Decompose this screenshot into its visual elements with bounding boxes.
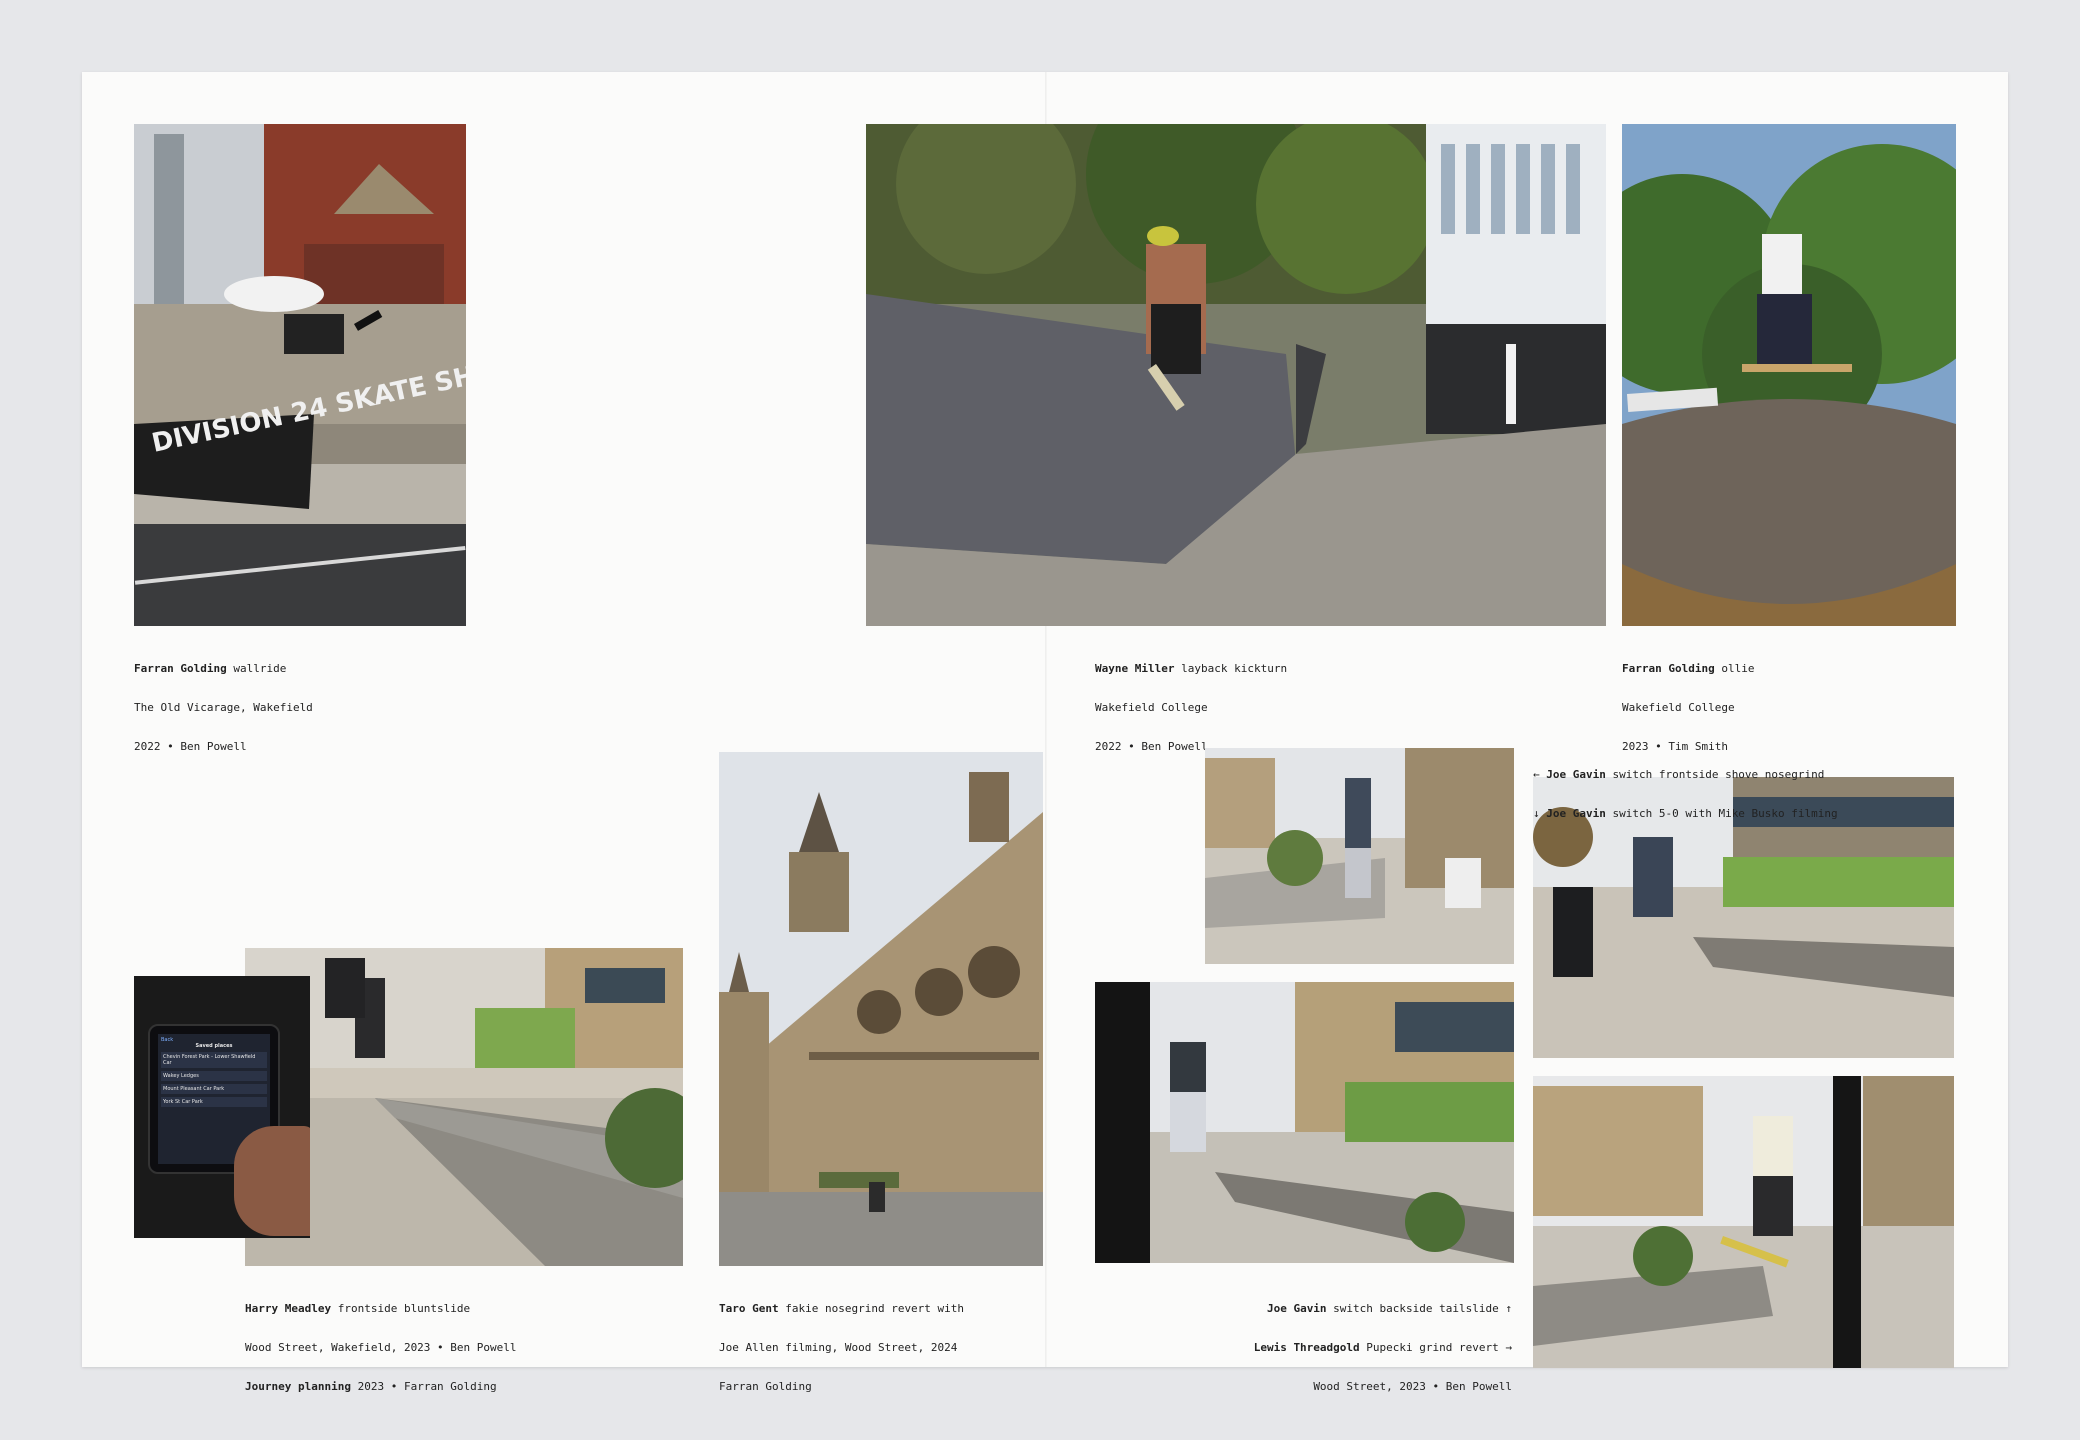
caption-trick: frontside bluntslide (331, 1302, 471, 1315)
caption-trick: ollie (1714, 662, 1755, 675)
photo-taro-gent (719, 752, 1043, 1266)
photo-harry-meadley (245, 948, 683, 1266)
caption-name: Joe Gavin (1266, 1302, 1327, 1315)
caption-trick-2: switch 5-0 with Mike Busko filming (1605, 807, 1838, 820)
caption-arrow-down: ↓ (1533, 807, 1547, 820)
caption-location: Wakefield College (1622, 701, 1735, 714)
caption-trick: switch frontside shove nosegrind (1605, 768, 1825, 781)
caption-location: The Old Vicarage, Wakefield (134, 701, 313, 714)
caption-location: Wood Street, Wakefield, 2023 • Ben Powel… (245, 1341, 517, 1354)
caption-name: Taro Gent (719, 1302, 779, 1315)
caption-joe-gavin-top: ← Joe Gavin switch frontside shove noseg… (1533, 742, 1838, 833)
caption-taro-gent: Taro Gent fakie nosegrind revert with Jo… (719, 1276, 964, 1406)
caption-name-2: Journey planning (245, 1380, 351, 1393)
caption-trick: fakie nosegrind revert with (778, 1302, 965, 1315)
caption-joe-gavin-bottom: Joe Gavin switch backside tailslide ↑ Le… (1254, 1276, 1512, 1406)
photo-wayne-miller (866, 124, 1606, 626)
caption-name: Farran Golding (1622, 662, 1715, 675)
caption-credit: 2023 • Farran Golding (350, 1380, 497, 1393)
caption-trick: wallride (226, 662, 287, 675)
caption-location: Wakefield College (1095, 701, 1208, 714)
phone-list-item[interactable]: Mount Pleasant Car Park (161, 1084, 267, 1094)
hand-shape (234, 1126, 310, 1236)
photo-lewis-threadgold (1533, 1076, 1954, 1368)
caption-trick-2: Pupecki grind revert → (1359, 1341, 1512, 1354)
caption-credit: Wood Street, 2023 • Ben Powell (1313, 1380, 1512, 1393)
caption-location: Joe Allen filming, Wood Street, 2024 (719, 1341, 958, 1354)
caption-name-2: Lewis Threadgold (1253, 1341, 1360, 1354)
photo-farran-ollie (1622, 124, 1956, 626)
caption-name: Farran Golding (134, 662, 227, 675)
phone-title: Saved places (195, 1043, 233, 1049)
caption-wayne-miller: Wayne Miller layback kickturn Wakefield … (1095, 636, 1287, 766)
caption-name: Wayne Miller (1095, 662, 1175, 675)
caption-name: Harry Meadley (245, 1302, 332, 1315)
caption-harry-meadley: Harry Meadley frontside bluntslide Wood … (245, 1276, 517, 1406)
phone-list-item[interactable]: York St Car Park (161, 1097, 267, 1107)
caption-credit: 2022 • Ben Powell (134, 740, 247, 753)
phone-list-item[interactable]: Chevin Forest Park - Lower Shawfield Car (161, 1052, 267, 1068)
photo-farran-wallride: DIVISION 24 SKATE SHOP (134, 124, 466, 626)
caption-credit: Farran Golding (719, 1380, 812, 1393)
caption-name: Joe Gavin (1546, 768, 1606, 781)
caption-farran-wallride: Farran Golding wallride The Old Vicarage… (134, 636, 313, 766)
photo-phone-inset: Back Saved places Chevin Forest Park - L… (134, 976, 310, 1238)
caption-trick: switch backside tailslide ↑ (1326, 1302, 1512, 1315)
phone-list-item[interactable]: Wakey Ledges (161, 1071, 267, 1081)
caption-trick: layback kickturn (1174, 662, 1288, 675)
caption-arrow-left: ← (1533, 768, 1547, 781)
caption-name-2: Joe Gavin (1546, 807, 1606, 820)
photo-joe-gavin-50 (1205, 748, 1514, 964)
photo-joe-gavin-tailslide (1095, 982, 1514, 1263)
